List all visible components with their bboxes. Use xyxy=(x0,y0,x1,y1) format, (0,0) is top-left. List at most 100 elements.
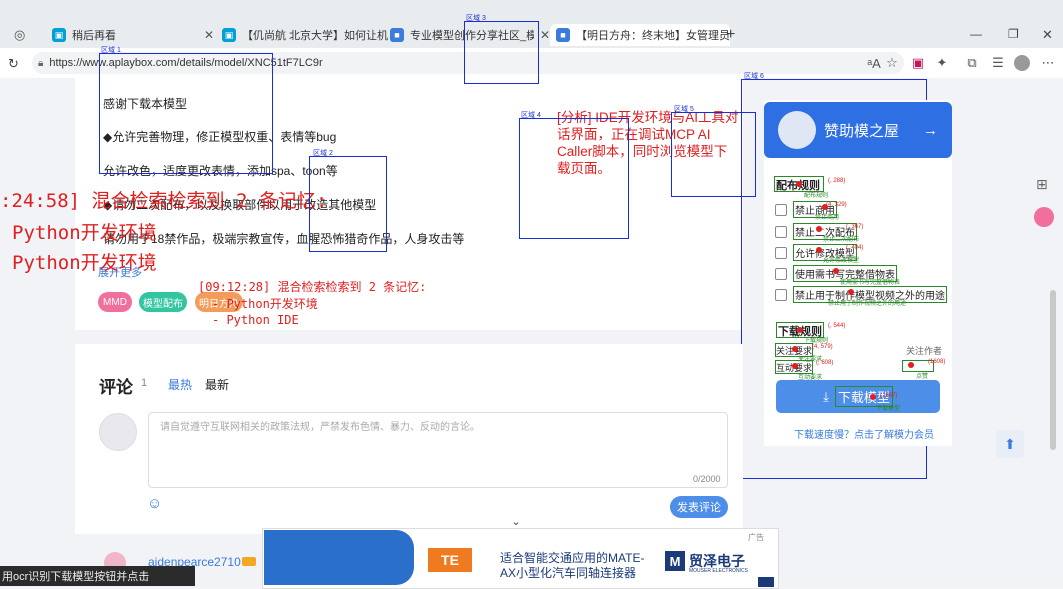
reload-icon[interactable]: ↻ xyxy=(8,56,19,72)
back-to-top-button[interactable]: ⬆ xyxy=(996,430,1024,458)
desc-line: 请勿用于18禁作品，极端宗教宣传，血腥恐怖猎奇作品，人身攻击等 xyxy=(103,232,465,246)
sort-new-tab[interactable]: 最新 xyxy=(205,376,229,393)
memory-log-item: Python开发环境 xyxy=(12,222,157,244)
tab-watch-later[interactable]: ▣ 稍后再看 ✕ xyxy=(46,24,220,46)
profile-avatar[interactable] xyxy=(1014,55,1030,71)
memory-log-small: [09:12:28] 混合检索检索到 2 条记忆: xyxy=(198,280,427,294)
mascot-icon xyxy=(778,111,816,149)
restore-icon[interactable]: ❐ xyxy=(1008,27,1019,41)
minimize-icon[interactable]: — xyxy=(970,27,982,41)
region-label: 区域 4 xyxy=(521,112,541,119)
playbox-icon: ■ xyxy=(390,28,404,42)
rule-icon xyxy=(775,246,787,259)
arrow-right-icon: → xyxy=(923,121,938,139)
ad-corner-icon[interactable] xyxy=(758,577,774,587)
qr-code-icon[interactable]: ⊞ xyxy=(1036,176,1048,193)
ocr-coord: (1608) xyxy=(928,359,946,365)
post-comment-button[interactable]: 发表评论 xyxy=(670,496,728,518)
ocr-point xyxy=(870,394,876,400)
ocr-caption: 允许修改模型 xyxy=(823,258,860,264)
ocr-caption: 下载模型 xyxy=(876,406,901,412)
region-label: 区域 1 xyxy=(101,47,121,54)
ocr-point xyxy=(816,226,822,232)
ocr-point xyxy=(796,181,802,187)
ocr-coord: (, 667) xyxy=(880,393,898,399)
globe-icon[interactable]: ◎ xyxy=(14,27,30,43)
tab-video[interactable]: ▣ 【仉尚航 北京大学】如何让机器人 ✕ xyxy=(216,24,388,46)
ocr-point xyxy=(833,268,839,274)
memory-log-item: - Python开发环境 xyxy=(212,297,318,311)
region-label: 区域 2 xyxy=(313,150,333,157)
sort-hot-tab[interactable]: 最热 xyxy=(168,376,192,393)
ocr-point xyxy=(848,289,854,295)
char-counter: 0/2000 xyxy=(693,474,721,484)
region-label: 区域 5 xyxy=(674,106,694,113)
assistant-avatar-icon[interactable] xyxy=(1034,207,1054,227)
emoji-icon[interactable]: ☺ xyxy=(147,495,162,512)
status-tooltip: 用ocr识别下载模型按钮并点击 xyxy=(0,566,195,586)
car-connector-image xyxy=(264,530,414,585)
rule-icon xyxy=(775,288,787,301)
mouser-logo-icon: M xyxy=(665,551,685,571)
comments-title: 评论 xyxy=(99,378,133,397)
memory-log-item: Python开发环境 xyxy=(12,252,157,274)
ocr-caption: 点赞 xyxy=(916,374,929,380)
sponsor-button[interactable]: 赞助模之屋 → xyxy=(764,102,952,158)
speed-help-link[interactable]: 下载速度慢？点击了解模力会员 xyxy=(794,426,934,441)
close-icon[interactable]: ✕ xyxy=(198,28,214,42)
region-box-1 xyxy=(99,53,273,174)
read-aloud-icon[interactable]: ᵃA xyxy=(866,55,882,71)
ad-badge: 广告 xyxy=(748,533,764,542)
level-badge xyxy=(242,557,256,566)
user-avatar xyxy=(99,413,137,451)
download-model-button[interactable]: ⤓ 下载模型 xyxy=(776,380,940,413)
scrollbar-thumb[interactable] xyxy=(1050,290,1056,450)
split-screen-icon[interactable]: ⧉ xyxy=(964,55,980,71)
tab-arknights[interactable]: ■ 【明日方舟：终末地】女管理员 ✕ xyxy=(550,24,730,46)
ocr-point xyxy=(792,346,798,352)
ocr-coord: (, 544) xyxy=(828,323,846,329)
rule-icon xyxy=(775,267,787,280)
ocr-coord: (, 288) xyxy=(828,178,846,184)
region-label: 区域 6 xyxy=(744,73,764,80)
rule-icon xyxy=(775,203,787,216)
lock-icon: 🔒︎ xyxy=(38,57,44,69)
ocr-coord: (4, 329) xyxy=(826,202,847,208)
ocr-point xyxy=(816,247,822,253)
ocr-caption: 使用需书写完整借物表 xyxy=(840,280,901,286)
ocr-caption: 禁止用于制作视频之外的用途 xyxy=(828,301,907,307)
region-box-2 xyxy=(309,156,387,252)
ad-brand-sub: MOUSER ELECTRONICS xyxy=(689,568,748,574)
bilibili-icon: ▣ xyxy=(222,28,236,42)
comment-placeholder: 请自觉遵守互联网相关的政策法规，严禁发布色情、暴力、反动的言论。 xyxy=(160,422,480,433)
new-tab-plus-icon[interactable]: + xyxy=(726,26,735,44)
favorite-star-icon[interactable]: ☆ xyxy=(884,55,900,71)
ocr-caption: 禁止商用 xyxy=(815,215,840,221)
rule-icon xyxy=(775,225,787,238)
puzzle-icon[interactable]: ✦ xyxy=(934,55,950,71)
comments-count: 1 xyxy=(141,377,148,389)
ocr-coord: (4, 579) xyxy=(812,344,833,350)
ad-text: AX小型化汽车同轴连接器 xyxy=(500,566,637,580)
tag-mmd[interactable]: MMD xyxy=(98,292,132,312)
ocr-coord: (, 404) xyxy=(846,245,864,251)
memory-log-item: - Python IDE xyxy=(212,313,299,327)
tag-model-release[interactable]: 模型配布 xyxy=(139,292,187,312)
download-icon: ⤓ xyxy=(823,388,829,404)
ocr-coord: (, 608) xyxy=(816,360,834,366)
region-box-4 xyxy=(519,118,629,239)
memory-log-large: :24:58] 混合检索检索到 2 条记忆: xyxy=(0,190,328,212)
more-menu-icon[interactable]: ⋯ xyxy=(1040,55,1056,71)
playbox-icon: ■ xyxy=(556,28,570,42)
ocr-point xyxy=(792,363,798,369)
ocr-point xyxy=(797,327,803,333)
favorites-icon[interactable]: ☰ xyxy=(990,55,1006,71)
region-box-3 xyxy=(464,21,539,84)
ocr-point xyxy=(908,362,914,368)
te-logo: TE xyxy=(428,548,472,572)
ocr-caption: 配布规则 xyxy=(804,193,829,199)
bilibili-icon: ▣ xyxy=(52,28,66,42)
extension-icon[interactable]: ▣ xyxy=(910,55,926,71)
close-window-icon[interactable]: ✕ xyxy=(1042,27,1053,43)
follow-author-label: 关注作者 xyxy=(906,346,943,356)
